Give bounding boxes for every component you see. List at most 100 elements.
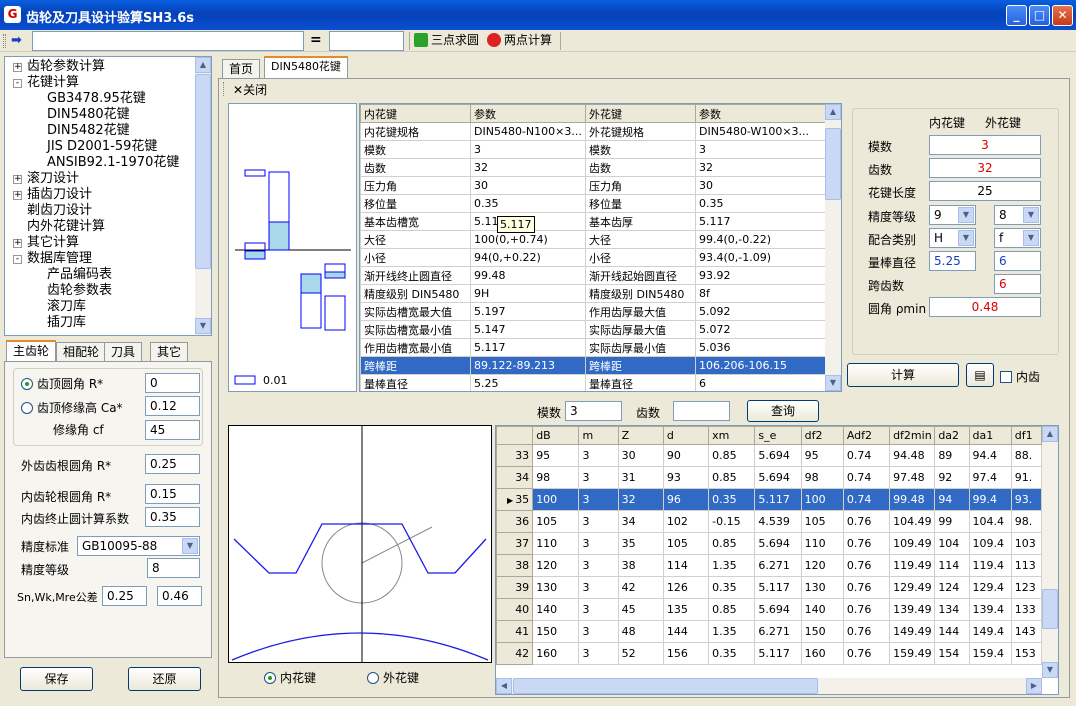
param-cell[interactable]: 3 [695,140,827,159]
grid-row[interactable]: 40 140 3 45 135 0.85 5.694 140 0.76 139.49 134 139.… [496,598,1043,621]
chevron-down-icon[interactable]: ▼ [182,538,198,554]
param-cell[interactable]: 小径 [585,248,696,267]
param-cell[interactable]: DIN5480-W100×3... [695,122,827,141]
profile-external-radio[interactable]: 外花键 [367,669,419,686]
param-cell[interactable]: 大径 [585,230,696,249]
tip-radius-radio[interactable]: 齿顶圆角 R* [21,375,103,392]
grid-cell[interactable]: 159.4 [968,642,1012,665]
internal-gear-checkbox[interactable]: 内齿 [1000,368,1040,385]
param-row[interactable]: 基本齿槽宽 5.11 基本齿厚 5.117 [360,212,827,231]
grid-cell[interactable]: 0.76 [842,598,891,621]
tree-item-inout-spline[interactable]: 内外花键计算 [27,219,105,235]
spline-data-grid[interactable]: dB m Z d xm s_e df2 Adf2 df2min da2 da1 … [495,425,1059,695]
grid-cell[interactable]: 0.74 [842,444,891,467]
grid-cell[interactable]: 3 [578,488,619,511]
grid-cell[interactable]: 139.49 [889,598,936,621]
grid-cell[interactable]: 0.85 [708,444,756,467]
grid-cell[interactable]: 105 [532,510,580,533]
query-module-field[interactable]: 3 [565,401,622,421]
grid-cell[interactable]: 129.4 [968,576,1012,599]
grid-cell[interactable]: 31 [617,466,664,489]
param-row[interactable]: 量棒直径 5.25 量棒直径 6 [360,374,827,391]
tree-item-din5482[interactable]: DIN5482花键 [47,123,130,139]
grid-cell[interactable]: 105 [662,532,710,555]
param-row[interactable]: 作用齿槽宽最小值 5.117 实际齿厚最小值 5.036 [360,338,827,357]
param-cell[interactable]: 实际齿槽宽最大值 [360,302,471,321]
column-header[interactable]: 外花键 [585,104,696,123]
grid-cell[interactable]: 88. [1010,444,1043,467]
tab-tool[interactable]: 刀具 [104,342,143,362]
grid-row[interactable]: 33 95 3 30 90 0.85 5.694 95 0.74 94.48 89 94.4 88. [496,444,1043,467]
tree-item-shaper-lib[interactable]: 插刀库 [47,315,86,331]
grid-cell[interactable]: 38 [617,554,664,577]
grid-cell[interactable]: 113 [1010,554,1043,577]
param-cell[interactable]: 渐开线起始圆直径 [585,266,696,285]
param-cell[interactable]: 模数 [360,140,471,159]
grid-row[interactable]: 37 110 3 35 105 0.85 5.694 110 0.76 109.49 104 109.… [496,532,1043,555]
grid-vscrollbar[interactable]: ▲ ▼ [1042,426,1058,678]
grid-cell[interactable]: 114 [934,554,970,577]
param-cell[interactable]: 8f [695,284,827,303]
tab-din5480[interactable]: DIN5480花键 [264,56,348,78]
tree-item-hob-design[interactable]: 滚刀设计 [27,171,79,187]
grid-cell[interactable]: 104 [934,532,970,555]
param-cell[interactable]: 0.35 [695,194,827,213]
param-cell[interactable]: 106.206-106.15 [695,356,827,375]
tree-item-product-code[interactable]: 产品编码表 [47,267,112,283]
tree-item-gear-table[interactable]: 齿轮参数表 [47,283,112,299]
grid-cell[interactable]: 149.49 [889,620,936,643]
column-header[interactable]: dB [532,426,580,445]
grid-cell[interactable]: 140 [800,598,844,621]
row-id[interactable]: ▶ 35 [496,488,534,511]
column-header[interactable]: da2 [934,426,970,445]
column-header[interactable]: 参数 [470,104,586,123]
param-cell[interactable]: 作用齿槽宽最小值 [360,338,471,357]
grid-cell[interactable]: 3 [578,620,619,643]
mod-angle-field[interactable]: 45 [145,420,200,440]
param-row[interactable]: 小径 94(0,+0.22) 小径 93.4(0,-1.09) [360,248,827,267]
grid-hscrollbar[interactable]: ◀ ▶ [496,678,1042,694]
row-id[interactable]: 33 [496,444,534,467]
grid-cell[interactable]: 0.35 [708,488,756,511]
column-header[interactable]: s_e [754,426,802,445]
grid-cell[interactable]: 144 [934,620,970,643]
scroll-down-icon[interactable]: ▼ [825,375,841,391]
minimize-button[interactable]: _ [1006,5,1027,26]
grid-cell[interactable]: 5.694 [754,444,802,467]
close-window-button[interactable]: ✕ [1052,5,1073,26]
param-cell[interactable]: 压力角 [585,176,696,195]
grid-cell[interactable]: 144 [662,620,710,643]
grid-cell[interactable]: 0.85 [708,532,756,555]
tree-item-shaving-design[interactable]: 剃齿刀设计 [27,203,92,219]
grid-cell[interactable]: 5.117 [754,576,802,599]
tree-item-shaper-design[interactable]: 插齿刀设计 [27,187,92,203]
param-cell[interactable]: 9H [470,284,586,303]
tab-mating-gear[interactable]: 相配轮 [56,342,107,362]
scroll-left-icon[interactable]: ◀ [496,678,512,694]
param-cell[interactable]: 30 [470,176,586,195]
chevron-down-icon[interactable]: ▼ [958,230,974,246]
scroll-down-icon[interactable]: ▼ [1042,662,1058,678]
grid-cell[interactable]: 114 [662,554,710,577]
tree-item-hob-lib[interactable]: 滚刀库 [47,299,86,315]
param-cell[interactable]: 实际齿厚最大值 [585,320,696,339]
grid-cell[interactable]: 5.694 [754,532,802,555]
scroll-up-icon[interactable]: ▲ [195,57,211,73]
column-header[interactable]: xm [708,426,756,445]
tab-home[interactable]: 首页 [222,59,261,79]
param-cell[interactable]: 实际齿槽宽最小值 [360,320,471,339]
grid-cell[interactable]: 120 [800,554,844,577]
grid-cell[interactable]: 0.35 [708,576,756,599]
scroll-up-icon[interactable]: ▲ [1042,426,1058,442]
grid-cell[interactable]: 6.271 [754,620,802,643]
param-cell[interactable]: 跨棒距 [585,356,696,375]
param-cell[interactable]: 精度级别 DIN5480 [585,284,696,303]
param-cell[interactable]: 量棒直径 [585,374,696,391]
grid-cell[interactable]: 3 [578,642,619,665]
grid-row[interactable]: 36 105 3 34 102 -0.15 4.539 105 0.76 104.49 99 104.… [496,510,1043,533]
tree-item-gear-params[interactable]: 齿轮参数计算 [27,59,105,75]
param-row[interactable]: 精度级别 DIN5480 9H 精度级别 DIN5480 8f [360,284,827,303]
grid-cell[interactable]: 140 [532,598,580,621]
grid-cell[interactable]: 6.271 [754,554,802,577]
column-header[interactable]: m [578,426,619,445]
